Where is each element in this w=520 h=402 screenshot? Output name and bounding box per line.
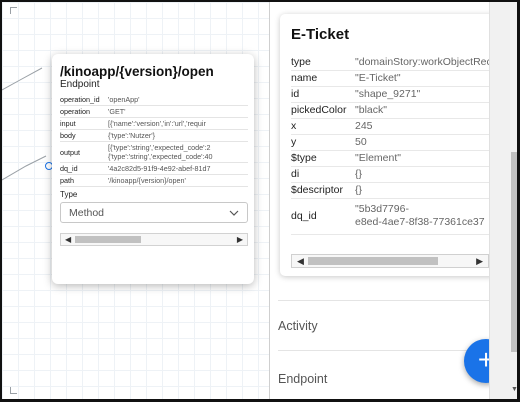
- details-card: E-Ticket type "domainStory:workObjectRec …: [280, 14, 496, 276]
- prop-key: type: [291, 54, 353, 71]
- scrollbar-thumb[interactable]: [75, 236, 141, 243]
- chevron-down-icon: [229, 207, 239, 219]
- type-select-value: Method: [69, 206, 105, 219]
- prop-key: x: [291, 118, 353, 135]
- section-divider: [278, 300, 496, 301]
- scrollbar-thumb[interactable]: [308, 257, 438, 265]
- row-key: operation: [60, 105, 108, 118]
- prop-value: 245: [353, 118, 496, 135]
- row-key: dq_id: [60, 162, 108, 175]
- canvas-corner-top: [10, 7, 17, 14]
- node-title: /kinoapp/{version}/open: [60, 64, 214, 79]
- row-value: {'type':'Nutzer'}: [108, 129, 248, 142]
- node-row-input: input [{'name':'version','in':'url','requ…: [60, 117, 248, 130]
- node-subtitle: Endpoint: [60, 79, 100, 90]
- row-value: '/kinoapp/{version}/open': [108, 174, 248, 187]
- prop-row-id: id "shape_9271": [291, 86, 496, 103]
- node-properties-table: operation_id'openApp' operation 'GET' inp…: [60, 94, 248, 187]
- row-key: input: [60, 117, 108, 130]
- app-window: /kinoapp/{version}/open Endpoint operati…: [0, 0, 520, 402]
- row-value: [{'name':'version','in':'url','requir: [108, 117, 248, 130]
- details-title: E-Ticket: [291, 26, 350, 43]
- scroll-left-icon[interactable]: ◀: [297, 255, 304, 267]
- prop-key: name: [291, 70, 353, 87]
- node-row-body: body {'type':'Nutzer'}: [60, 129, 248, 142]
- type-select[interactable]: Method: [60, 202, 248, 223]
- node-row-path: path '/kinoapp/{version}/open': [60, 174, 248, 187]
- prop-value: "E-Ticket": [353, 70, 496, 87]
- prop-key: dq_id: [291, 198, 353, 235]
- section-divider: [278, 350, 496, 351]
- row-key: body: [60, 129, 108, 142]
- row-value: 'openApp': [108, 94, 248, 106]
- prop-key: $descriptor: [291, 182, 353, 199]
- prop-value: 50: [353, 134, 496, 151]
- prop-row-picked-color: pickedColor "black": [291, 102, 496, 119]
- prop-key: di: [291, 166, 353, 183]
- prop-value: "black": [353, 102, 496, 119]
- prop-value: "domainStory:workObjectRec: [353, 54, 496, 71]
- prop-row-x: x 245: [291, 118, 496, 135]
- prop-row-y: y 50: [291, 134, 496, 151]
- node-horizontal-scrollbar[interactable]: ◀ ▶: [60, 233, 248, 246]
- scrollbar-thumb[interactable]: [511, 152, 517, 352]
- prop-row-name: name "E-Ticket": [291, 70, 496, 87]
- node-row-operation: operation 'GET': [60, 105, 248, 118]
- properties-panel: E-Ticket type "domainStory:workObjectRec …: [270, 2, 517, 399]
- prop-row-dq-id: dq_id "5b3d7796- e8ed-4ae7-8f38-77361ce37: [291, 198, 496, 235]
- prop-row-di: di{}: [291, 166, 496, 183]
- endpoint-section-header[interactable]: Endpoint: [278, 372, 327, 386]
- scroll-down-icon[interactable]: ▼: [511, 386, 517, 393]
- prop-value: "shape_9271": [353, 86, 496, 103]
- prop-key: y: [291, 134, 353, 151]
- prop-value: {}: [353, 166, 496, 183]
- canvas-corner-bottom: [10, 387, 17, 394]
- prop-row-type: type "domainStory:workObjectRec: [291, 54, 496, 71]
- prop-value: "Element": [353, 150, 496, 167]
- prop-row-dollar-type: $type "Element": [291, 150, 496, 167]
- prop-key: $type: [291, 150, 353, 167]
- prop-value: {}: [353, 182, 496, 199]
- details-horizontal-scrollbar[interactable]: ◀ ▶: [291, 254, 489, 268]
- node-row-dq-id: dq_id '4a2c82d5-91f9-4e92-abef-81d7: [60, 162, 248, 175]
- row-key: output: [60, 141, 108, 163]
- scroll-left-icon[interactable]: ◀: [65, 234, 71, 245]
- prop-value: "5b3d7796- e8ed-4ae7-8f38-77361ce37: [355, 203, 485, 228]
- scroll-right-icon[interactable]: ▶: [237, 234, 243, 245]
- panel-vertical-scrollbar[interactable]: ▼: [489, 2, 517, 399]
- row-key: path: [60, 174, 108, 187]
- type-label: Type: [60, 190, 78, 199]
- endpoint-node[interactable]: /kinoapp/{version}/open Endpoint operati…: [52, 54, 254, 284]
- row-value: '4a2c82d5-91f9-4e92-abef-81d7: [108, 162, 248, 175]
- node-row-operation-id: operation_id'openApp': [60, 94, 248, 106]
- prop-row-descriptor: $descriptor{}: [291, 182, 496, 199]
- scroll-right-icon[interactable]: ▶: [476, 255, 483, 267]
- prop-key: id: [291, 86, 353, 103]
- prop-key: pickedColor: [291, 102, 353, 119]
- diagram-canvas[interactable]: /kinoapp/{version}/open Endpoint operati…: [2, 2, 270, 399]
- prop-value-cell: "5b3d7796- e8ed-4ae7-8f38-77361ce37: [353, 198, 496, 235]
- details-properties-table: type "domainStory:workObjectRec name "E-Ti…: [291, 54, 496, 235]
- node-row-output: output [{'type':'string','expected_code':…: [60, 141, 248, 163]
- row-value: 'GET': [108, 105, 248, 118]
- row-value: [{'type':'string','expected_code':2 {'ty…: [108, 141, 248, 163]
- activity-section-header[interactable]: Activity: [278, 319, 318, 333]
- row-key: operation_id: [60, 94, 108, 106]
